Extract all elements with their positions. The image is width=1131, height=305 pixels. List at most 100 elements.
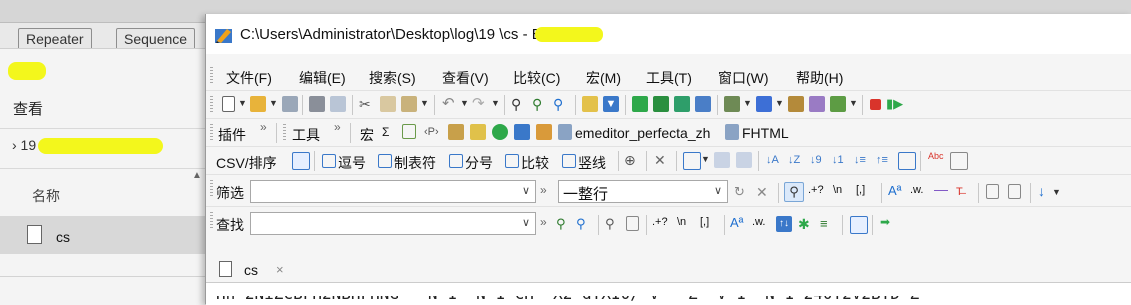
script-icon[interactable] (725, 124, 739, 140)
sort-length-icon[interactable]: ↓≡ (854, 152, 870, 168)
clear-filter-icon[interactable]: ✕ (756, 184, 772, 200)
redo-icon[interactable]: ↷ (472, 96, 488, 112)
chevron-down-icon[interactable]: ▼ (743, 98, 752, 108)
properties-icon[interactable] (809, 96, 825, 112)
undo-filter-icon[interactable]: ↻ (734, 184, 750, 200)
csv-pipe[interactable]: 竖线 (578, 153, 606, 173)
print-preview-icon[interactable] (330, 96, 346, 112)
menu-edit[interactable]: 编辑(E) (299, 68, 346, 88)
find-next-icon[interactable]: ⚲ (532, 96, 548, 112)
freeze-icon[interactable] (736, 152, 752, 168)
filter-icon[interactable]: ▼ (603, 96, 619, 112)
split-window-icon[interactable] (632, 96, 648, 112)
macro-label[interactable]: 宏 (360, 125, 374, 145)
filter-search-icon[interactable]: ⚲ (784, 182, 804, 202)
toolbar-grip[interactable] (210, 180, 213, 198)
extract-icon[interactable] (1008, 184, 1021, 199)
negative-filter-icon[interactable]: — (934, 181, 948, 197)
go-icon[interactable] (492, 124, 508, 140)
column-icon[interactable] (683, 152, 701, 170)
chevron-right-icon[interactable]: » (540, 215, 547, 229)
scroll-up-icon[interactable]: ▲ (192, 170, 202, 181)
toolbar-grip[interactable] (210, 124, 213, 142)
plugin-icon[interactable] (448, 124, 464, 140)
explorer-icon[interactable] (514, 124, 530, 140)
chevron-down-icon[interactable]: ▼ (269, 98, 278, 108)
highlight-matches-icon[interactable]: ✱ (798, 216, 814, 232)
filter-mode-select[interactable]: 一整行 ∨ (558, 180, 728, 203)
whole-word-icon[interactable]: .w. (910, 184, 923, 196)
csv-sort-label[interactable]: CSV/排序 (216, 153, 277, 173)
find-previous-icon[interactable]: ⚲ (576, 216, 592, 232)
chevron-right-icon[interactable]: » (540, 183, 547, 197)
menu-macro[interactable]: 宏(M) (586, 68, 621, 88)
spell-check-icon[interactable]: Abc (928, 152, 944, 168)
chevron-down-icon[interactable]: ▼ (775, 98, 784, 108)
compare-icon[interactable] (653, 96, 669, 112)
plugin-emeditor-perfecta[interactable]: emeditor_perfecta_zh (575, 125, 710, 141)
window-icon[interactable] (695, 96, 711, 112)
regex-toggle[interactable]: .+? (808, 184, 824, 196)
tree-item-host[interactable]: › 19 (12, 137, 36, 153)
csv-column-toggle[interactable]: [,] (700, 216, 709, 228)
chevron-down-icon[interactable]: ▼ (238, 98, 247, 108)
whole-word-icon[interactable]: .w. (752, 216, 765, 228)
plugin-fhtml[interactable]: FHTML (742, 125, 789, 141)
marker-list-icon[interactable]: ≡ (820, 216, 836, 232)
script-icon[interactable] (558, 124, 572, 140)
batch-find-icon[interactable] (850, 216, 868, 234)
paste-icon[interactable] (401, 96, 417, 112)
chevron-down-icon[interactable]: ▼ (849, 98, 858, 108)
document-tab-cs[interactable]: cs (244, 262, 258, 278)
configuration-icon[interactable] (724, 96, 740, 112)
csv-normal-icon[interactable] (292, 152, 310, 170)
chevron-right-icon[interactable]: » (334, 120, 341, 134)
chevron-down-icon[interactable]: ▼ (420, 98, 429, 108)
tools-label[interactable]: 工具 (292, 125, 320, 145)
csv-column-toggle[interactable]: [,] (856, 184, 865, 196)
match-case-icon[interactable]: Aª (730, 215, 743, 230)
check-icon[interactable] (830, 96, 846, 112)
sync-scroll-icon[interactable] (674, 96, 690, 112)
down-arrow-icon[interactable]: ↓ (1038, 183, 1045, 199)
find-input[interactable]: ∨ (250, 212, 536, 235)
find-in-files-icon[interactable] (626, 216, 639, 231)
menu-tools[interactable]: 工具(T) (646, 68, 692, 88)
incremental-search-icon[interactable]: ↑↓ (776, 216, 792, 232)
csv-tab[interactable]: 制表符 (394, 153, 436, 173)
menu-compare[interactable]: 比较(C) (513, 68, 560, 88)
sort-options-icon[interactable] (898, 152, 916, 170)
tab-sequencer[interactable]: Sequence (116, 28, 196, 49)
plugins-label[interactable]: 插件 (218, 125, 246, 145)
undo-icon[interactable]: ↶ (442, 96, 458, 112)
checklist-icon[interactable] (402, 124, 416, 139)
csv-compare[interactable]: 比较 (521, 153, 549, 173)
find-previous-icon[interactable]: ⚲ (553, 96, 569, 112)
match-case-icon[interactable]: Aª (888, 183, 901, 198)
csv-comma[interactable]: 逗号 (338, 153, 366, 173)
sort-numeric-icon[interactable]: ↓9 (810, 152, 826, 168)
toolbar-grip[interactable] (283, 124, 286, 142)
filter-input[interactable]: ∨ (250, 180, 536, 203)
tab-repeater[interactable]: Repeater (18, 28, 92, 49)
chevron-down-icon[interactable]: ▼ (701, 154, 710, 164)
customize-icon[interactable] (788, 96, 804, 112)
sort-ascending-icon[interactable]: ↓A (766, 152, 782, 168)
menu-search[interactable]: 搜索(S) (369, 68, 416, 88)
open-file-icon[interactable] (250, 96, 266, 112)
csv-semicolon[interactable]: 分号 (465, 153, 493, 173)
html-bar-icon[interactable]: ‹P› (424, 124, 440, 140)
cut-icon[interactable]: ✂ (359, 96, 375, 112)
encoding-icon[interactable] (756, 96, 772, 112)
run-macro-icon[interactable]: ▮▶ (886, 96, 903, 112)
menu-window[interactable]: 窗口(W) (718, 68, 769, 88)
chevron-down-icon[interactable]: ∨ (522, 184, 530, 197)
chevron-right-icon[interactable]: » (260, 120, 267, 134)
stop-record-icon[interactable] (870, 99, 881, 110)
chevron-down-icon[interactable]: ∨ (522, 216, 530, 229)
sort-length-desc-icon[interactable]: ↑≡ (876, 152, 892, 168)
toolbar-grip[interactable] (210, 67, 213, 85)
highlight-icon[interactable] (582, 96, 598, 112)
clear-format-icon[interactable]: T̶ (956, 184, 972, 200)
chevron-down-icon[interactable]: ∨ (714, 184, 722, 197)
